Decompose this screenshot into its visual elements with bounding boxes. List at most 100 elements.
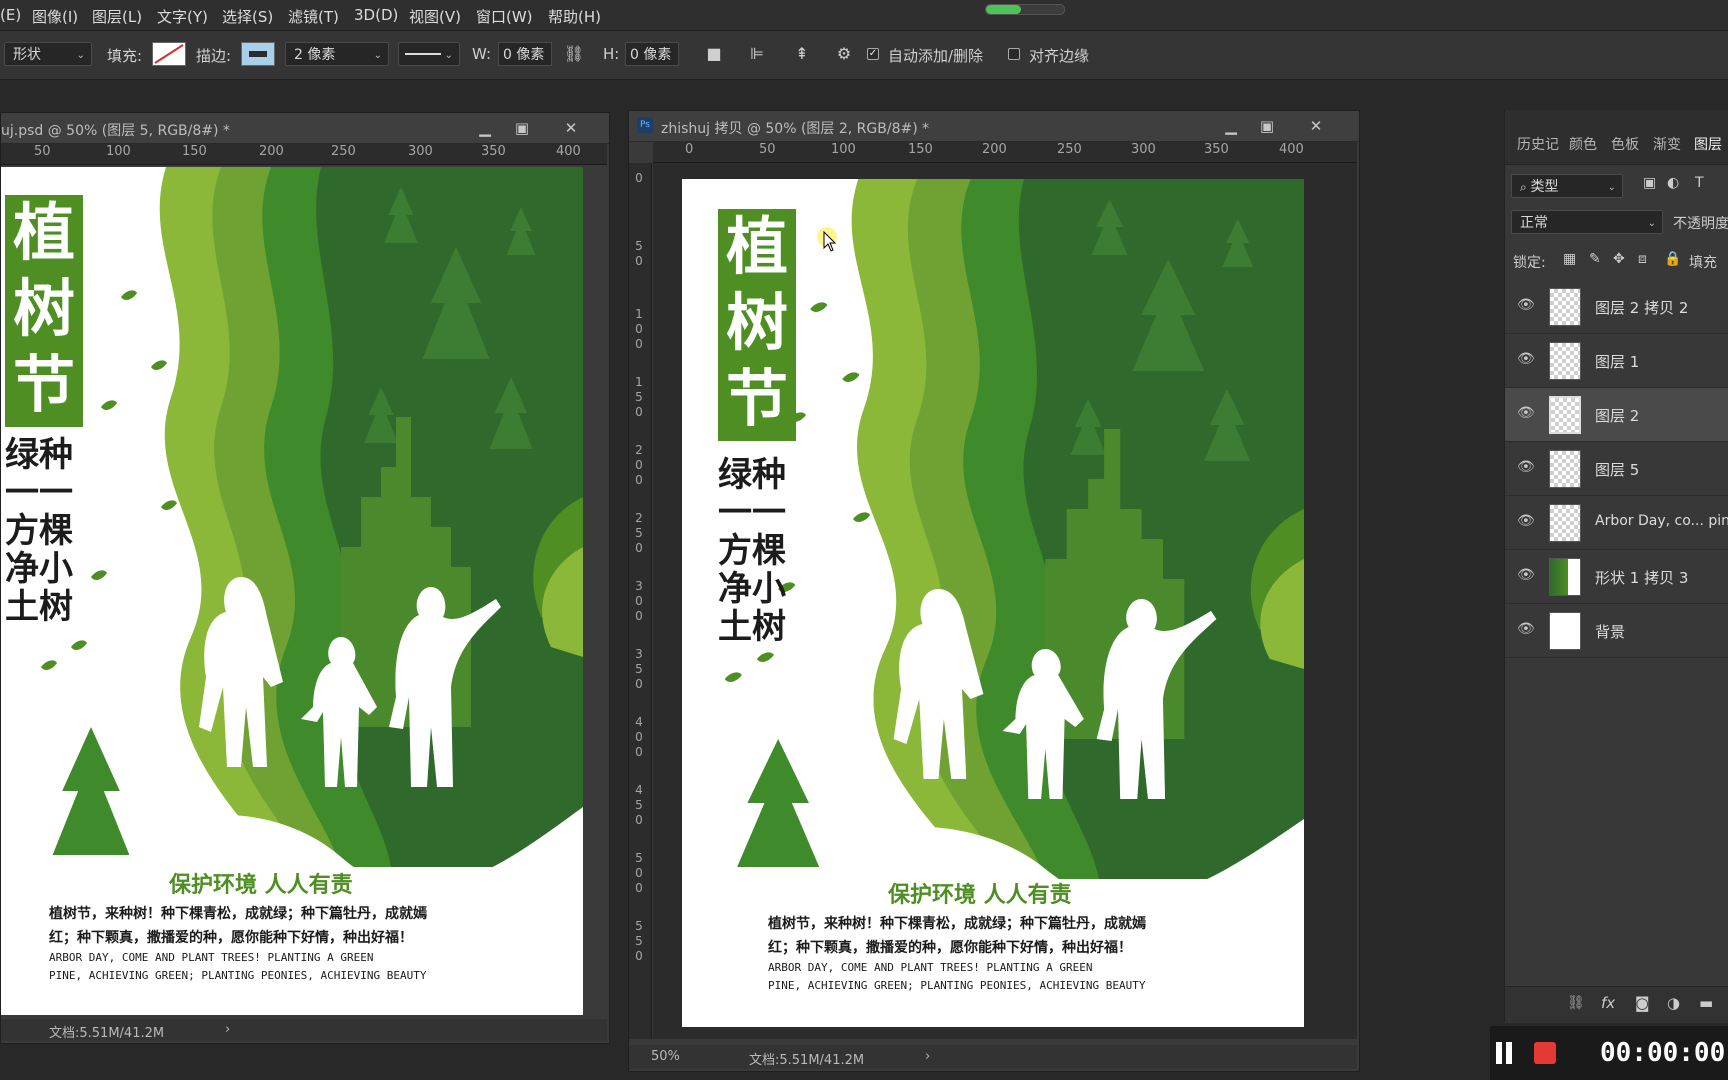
eye-icon[interactable]: 👁 [1517,460,1535,474]
ruler-tick: 500 [635,851,643,895]
tool-mode-dropdown[interactable]: 形状 ⌄ [4,42,92,66]
leaf-icon [161,500,177,510]
link-layers-icon[interactable]: ⛓ [1567,995,1585,1011]
align-edges-checkbox[interactable] [1008,48,1020,60]
menu-view[interactable]: 视图(V) [409,6,461,27]
ruler-tick: 250 [1057,142,1082,157]
layer-mask-icon[interactable]: ◙ [1635,994,1650,1012]
leaf-icon [756,652,774,662]
status-arrow-icon[interactable]: › [225,1022,230,1037]
lock-all-icon[interactable]: 🔒 [1664,251,1681,267]
lock-brush-icon[interactable]: ✎ [1589,251,1601,267]
leaf-icon [724,672,742,682]
menu-edit[interactable]: (E) [0,6,21,24]
eye-icon[interactable]: 👁 [1517,622,1535,636]
tab-layers[interactable]: 图层 [1694,134,1722,154]
tab-swatches[interactable]: 色板 [1611,134,1639,154]
height-field[interactable]: 0 像素 [625,42,679,66]
poster-body-cn: 红；种下颗真，撒播爱的种，愿你能种下好情，种出好福！ [768,940,1132,956]
layer-row[interactable]: 👁 形状 1 拷贝 3 [1505,550,1728,604]
eye-icon[interactable]: 👁 [1517,298,1535,312]
auto-add-delete-checkbox[interactable]: ✓ [867,48,879,60]
maximize-icon[interactable]: ▣ [1255,115,1279,137]
folder-icon[interactable]: ▬ [1699,994,1713,1012]
pause-icon[interactable] [1496,1042,1502,1064]
layer-row[interactable]: 👁 背景 [1505,604,1728,658]
width-field[interactable]: 0 像素 [498,42,552,66]
layer-row[interactable]: 👁 图层 5 [1505,442,1728,496]
ruler-tick: 0 [635,171,643,185]
menu-layer[interactable]: 图层(L) [92,6,142,27]
ruler-tick: 200 [982,142,1007,157]
tab-history[interactable]: 历史记 [1517,134,1559,154]
menu-select[interactable]: 选择(S) [222,6,273,27]
tab-color[interactable]: 颜色 [1569,134,1597,154]
menu-filter[interactable]: 滤镜(T) [288,6,339,27]
title-char: 植 [725,210,788,283]
layer-row-selected[interactable]: 👁 图层 2 [1505,388,1728,442]
layer-filter-dropdown[interactable]: ⌕ 类型 ⌄ [1511,174,1623,198]
stroke-width-dropdown[interactable]: 2 像素 ⌄ [285,42,389,66]
menu-3d[interactable]: 3D(D) [354,6,398,24]
blend-mode-dropdown[interactable]: 正常 ⌄ [1511,210,1663,234]
layer-row[interactable]: 👁 图层 1 [1505,334,1728,388]
fill-swatch[interactable] [152,42,186,66]
poster-canvas[interactable]: 植树节绿种 一一 方棵 净小 土树 保护环境 人人有责 植树节，来种树！种下棵青松，成就绿；… [1,167,583,1015]
menu-window[interactable]: 窗口(W) [476,6,533,27]
path-operations-icon[interactable]: ■ [702,42,726,66]
menu-type[interactable]: 文字(Y) [157,6,208,27]
tab-gradients[interactable]: 渐变 [1653,134,1681,154]
leaf-icon [842,372,860,382]
layer-row[interactable]: 👁 Arbor Day, co... pine [1505,496,1728,550]
layers-panel: 历史记 颜色 色板 渐变 图层 ⌕ 类型 ⌄ ▣ ◐ T 正常 ⌄ 不透明度 锁… [1504,110,1728,1023]
close-icon[interactable]: ✕ [559,117,583,139]
minimize-icon[interactable]: ▁ [1219,115,1243,137]
align-edges-label: 对齐边缘 [1029,47,1090,65]
status-bar: 文档:5.51M/41.2M › [1,1019,607,1041]
stroke-swatch[interactable] [241,42,275,66]
ruler-tick: 400 [635,715,643,759]
doc-titlebar[interactable]: Ps zhishuj 拷贝 @ 50% (图层 2, RGB/8#) * ▁ ▣… [629,111,1359,142]
ruler-tick: 250 [331,144,356,159]
stroke-label: 描边: [196,47,232,65]
stop-icon[interactable] [1534,1042,1556,1064]
eye-icon[interactable]: 👁 [1517,406,1535,420]
layer-row[interactable]: 👁 图层 2 拷贝 2 [1505,280,1728,334]
gear-icon[interactable]: ⚙ [832,42,856,66]
chevron-down-icon: ⌄ [1647,218,1656,229]
pine-tree-icon [52,727,130,855]
lock-position-icon[interactable]: ✥ [1613,251,1625,267]
status-arrow-icon[interactable]: › [925,1049,930,1064]
layer-thumbnail [1549,450,1581,488]
doc-titlebar[interactable]: uj.psd @ 50% (图层 5, RGB/8#) * ▁ ▣ ✕ [1,113,609,144]
auto-add-delete-label: 自动添加/删除 [888,47,984,65]
eye-icon[interactable]: 👁 [1517,514,1535,528]
fill-label: 填充 [1689,255,1717,271]
fx-icon[interactable]: fx [1601,994,1615,1012]
maximize-icon[interactable]: ▣ [510,117,534,139]
zoom-level[interactable]: 50% [651,1049,680,1064]
path-arrangement-icon[interactable]: ⇞ [790,42,814,66]
poster-canvas[interactable]: 植树节绿种 一一 方棵 净小 土树 保护环境 人人有责 植树节，来种树！种下棵青松，成就绿；… [682,179,1304,1027]
menu-image[interactable]: 图像(I) [32,6,78,27]
layer-thumbnail [1549,612,1581,650]
menu-bar: (E) 图像(I) 图层(L) 文字(Y) 选择(S) 滤镜(T) 3D(D) … [0,0,1728,31]
menu-help[interactable]: 帮助(H) [548,6,601,27]
path-alignment-icon[interactable]: ⊫ [745,42,769,66]
eye-icon[interactable]: 👁 [1517,352,1535,366]
lock-artboard-icon[interactable]: ⧈ [1638,251,1647,267]
horizontal-ruler: 50 100 150 200 250 300 350 400 [1,144,607,165]
close-icon[interactable]: ✕ [1304,115,1328,137]
lock-transparent-icon[interactable]: ▦ [1563,251,1576,267]
adjustment-filter-icon[interactable]: ◐ [1667,175,1679,191]
link-icon[interactable]: ⛓ [562,42,586,66]
adjustment-layer-icon[interactable]: ◑ [1667,994,1680,1012]
document-window-right: Ps zhishuj 拷贝 @ 50% (图层 2, RGB/8#) * ▁ ▣… [628,110,1360,1072]
eye-icon[interactable]: 👁 [1517,568,1535,582]
minimize-icon[interactable]: ▁ [473,117,497,139]
photoshop-file-icon: Ps [637,117,653,133]
type-filter-icon[interactable]: T [1695,175,1704,191]
pause-icon-bar [1506,1042,1512,1064]
stroke-type-dropdown[interactable]: ⌄ [398,42,460,66]
image-filter-icon[interactable]: ▣ [1643,175,1656,191]
